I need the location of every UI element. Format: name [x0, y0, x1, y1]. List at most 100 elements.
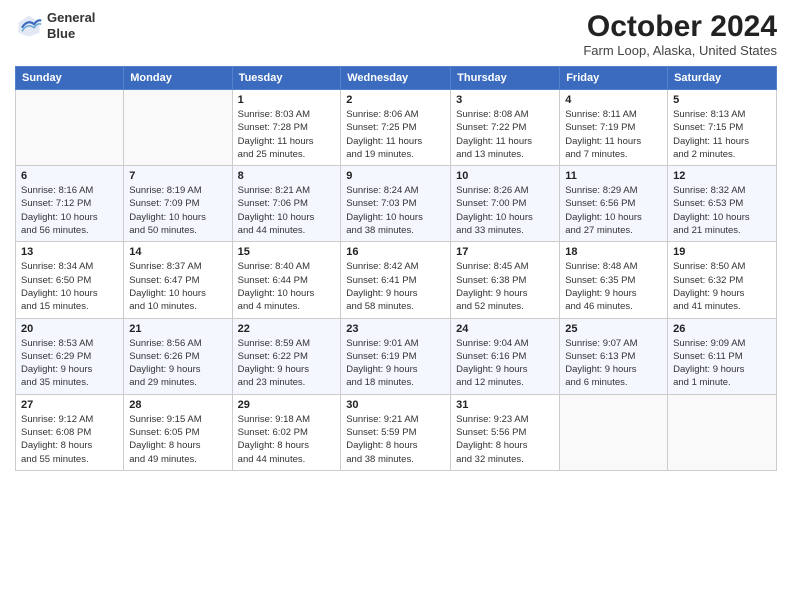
- logo-line1: General: [47, 10, 95, 26]
- day-number: 31: [456, 399, 554, 411]
- day-number: 12: [673, 170, 771, 182]
- day-info: Sunrise: 9:01 AM Sunset: 6:19 PM Dayligh…: [346, 337, 445, 390]
- day-number: 28: [129, 399, 226, 411]
- day-info: Sunrise: 9:18 AM Sunset: 6:02 PM Dayligh…: [238, 413, 336, 466]
- day-number: 24: [456, 323, 554, 335]
- calendar-cell: 20 Sunrise: 8:53 AM Sunset: 6:29 PM Dayli…: [16, 318, 124, 394]
- day-info: Sunrise: 8:19 AM Sunset: 7:09 PM Dayligh…: [129, 184, 226, 237]
- day-number: 9: [346, 170, 445, 182]
- header-wednesday: Wednesday: [341, 67, 451, 90]
- day-info: Sunrise: 9:12 AM Sunset: 6:08 PM Dayligh…: [21, 413, 118, 466]
- calendar-cell: 30 Sunrise: 9:21 AM Sunset: 5:59 PM Dayli…: [341, 394, 451, 470]
- day-number: 26: [673, 323, 771, 335]
- day-number: 8: [238, 170, 336, 182]
- day-number: 17: [456, 246, 554, 258]
- day-number: 18: [565, 246, 662, 258]
- day-number: 7: [129, 170, 226, 182]
- calendar-cell: 15Sunrise: 8:40 AM Sunset: 6:44 PM Dayli…: [232, 242, 341, 318]
- day-number: 16: [346, 246, 445, 258]
- day-number: 11: [565, 170, 662, 182]
- calendar-cell: 26Sunrise: 9:09 AM Sunset: 6:11 PM Dayli…: [668, 318, 777, 394]
- calendar-cell: 8 Sunrise: 8:21 AM Sunset: 7:06 PM Daylig…: [232, 166, 341, 242]
- header-saturday: Saturday: [668, 67, 777, 90]
- header-friday: Friday: [560, 67, 668, 90]
- calendar-cell: 11 Sunrise: 8:29 AM Sunset: 6:56 PM Dayli…: [560, 166, 668, 242]
- day-info: Sunrise: 9:07 AM Sunset: 6:13 PM Dayligh…: [565, 337, 662, 390]
- day-info: Sunrise: 8:24 AM Sunset: 7:03 PM Dayligh…: [346, 184, 445, 237]
- calendar-cell: 24 Sunrise: 9:04 AM Sunset: 6:16 PM Dayli…: [451, 318, 560, 394]
- day-info: Sunrise: 8:32 AM Sunset: 6:53 PM Dayligh…: [673, 184, 771, 237]
- day-info: Sunrise: 8:50 AM Sunset: 6:32 PM Dayligh…: [673, 260, 771, 313]
- day-number: 30: [346, 399, 445, 411]
- day-info: Sunrise: 8:06 AM Sunset: 7:25 PM Dayligh…: [346, 108, 445, 161]
- day-number: 2: [346, 94, 445, 106]
- calendar-cell: 25Sunrise: 9:07 AM Sunset: 6:13 PM Dayli…: [560, 318, 668, 394]
- day-number: 1: [238, 94, 336, 106]
- day-info: Sunrise: 8:11 AM Sunset: 7:19 PM Dayligh…: [565, 108, 662, 161]
- day-info: Sunrise: 8:48 AM Sunset: 6:35 PM Dayligh…: [565, 260, 662, 313]
- day-info: Sunrise: 8:21 AM Sunset: 7:06 PM Dayligh…: [238, 184, 336, 237]
- day-info: Sunrise: 9:15 AM Sunset: 6:05 PM Dayligh…: [129, 413, 226, 466]
- header-tuesday: Tuesday: [232, 67, 341, 90]
- calendar-cell: 21 Sunrise: 8:56 AM Sunset: 6:26 PM Dayli…: [124, 318, 232, 394]
- day-number: 20: [21, 323, 118, 335]
- day-info: Sunrise: 8:29 AM Sunset: 6:56 PM Dayligh…: [565, 184, 662, 237]
- calendar-cell: 10Sunrise: 8:26 AM Sunset: 7:00 PM Dayli…: [451, 166, 560, 242]
- day-number: 5: [673, 94, 771, 106]
- calendar-cell: 22 Sunrise: 8:59 AM Sunset: 6:22 PM Dayli…: [232, 318, 341, 394]
- day-number: 6: [21, 170, 118, 182]
- calendar-cell: [668, 394, 777, 470]
- day-number: 21: [129, 323, 226, 335]
- week-row-4: 20 Sunrise: 8:53 AM Sunset: 6:29 PM Dayli…: [16, 318, 777, 394]
- day-number: 29: [238, 399, 336, 411]
- day-number: 10: [456, 170, 554, 182]
- day-info: Sunrise: 8:53 AM Sunset: 6:29 PM Dayligh…: [21, 337, 118, 390]
- day-info: Sunrise: 8:59 AM Sunset: 6:22 PM Dayligh…: [238, 337, 336, 390]
- calendar-cell: 7 Sunrise: 8:19 AM Sunset: 7:09 PM Daylig…: [124, 166, 232, 242]
- day-info: Sunrise: 9:21 AM Sunset: 5:59 PM Dayligh…: [346, 413, 445, 466]
- calendar: SundayMondayTuesdayWednesdayThursdayFrid…: [15, 66, 777, 471]
- calendar-cell: [124, 90, 232, 166]
- day-info: Sunrise: 8:37 AM Sunset: 6:47 PM Dayligh…: [129, 260, 226, 313]
- day-info: Sunrise: 8:34 AM Sunset: 6:50 PM Dayligh…: [21, 260, 118, 313]
- day-info: Sunrise: 8:56 AM Sunset: 6:26 PM Dayligh…: [129, 337, 226, 390]
- calendar-cell: 1 Sunrise: 8:03 AM Sunset: 7:28 PM Daylig…: [232, 90, 341, 166]
- calendar-cell: 12 Sunrise: 8:32 AM Sunset: 6:53 PM Dayli…: [668, 166, 777, 242]
- day-info: Sunrise: 8:13 AM Sunset: 7:15 PM Dayligh…: [673, 108, 771, 161]
- calendar-cell: 13 Sunrise: 8:34 AM Sunset: 6:50 PM Dayli…: [16, 242, 124, 318]
- week-row-2: 6Sunrise: 8:16 AM Sunset: 7:12 PM Daylig…: [16, 166, 777, 242]
- calendar-cell: 23Sunrise: 9:01 AM Sunset: 6:19 PM Dayli…: [341, 318, 451, 394]
- day-number: 15: [238, 246, 336, 258]
- day-number: 27: [21, 399, 118, 411]
- calendar-cell: 6Sunrise: 8:16 AM Sunset: 7:12 PM Daylig…: [16, 166, 124, 242]
- header-thursday: Thursday: [451, 67, 560, 90]
- calendar-header: SundayMondayTuesdayWednesdayThursdayFrid…: [16, 67, 777, 90]
- day-info: Sunrise: 8:03 AM Sunset: 7:28 PM Dayligh…: [238, 108, 336, 161]
- calendar-cell: 4 Sunrise: 8:11 AM Sunset: 7:19 PM Daylig…: [560, 90, 668, 166]
- logo-line2: Blue: [47, 26, 95, 42]
- logo-icon: [15, 12, 43, 40]
- week-row-3: 13 Sunrise: 8:34 AM Sunset: 6:50 PM Dayli…: [16, 242, 777, 318]
- calendar-body: 1 Sunrise: 8:03 AM Sunset: 7:28 PM Daylig…: [16, 90, 777, 471]
- day-number: 22: [238, 323, 336, 335]
- day-info: Sunrise: 9:23 AM Sunset: 5:56 PM Dayligh…: [456, 413, 554, 466]
- day-number: 13: [21, 246, 118, 258]
- week-row-5: 27 Sunrise: 9:12 AM Sunset: 6:08 PM Dayli…: [16, 394, 777, 470]
- day-number: 14: [129, 246, 226, 258]
- day-info: Sunrise: 8:42 AM Sunset: 6:41 PM Dayligh…: [346, 260, 445, 313]
- subtitle: Farm Loop, Alaska, United States: [583, 43, 777, 58]
- header-row: SundayMondayTuesdayWednesdayThursdayFrid…: [16, 67, 777, 90]
- day-info: Sunrise: 8:08 AM Sunset: 7:22 PM Dayligh…: [456, 108, 554, 161]
- calendar-cell: 9 Sunrise: 8:24 AM Sunset: 7:03 PM Daylig…: [341, 166, 451, 242]
- header-sunday: Sunday: [16, 67, 124, 90]
- calendar-cell: [16, 90, 124, 166]
- calendar-cell: 18 Sunrise: 8:48 AM Sunset: 6:35 PM Dayli…: [560, 242, 668, 318]
- page: General Blue October 2024 Farm Loop, Ala…: [0, 0, 792, 612]
- calendar-cell: 16 Sunrise: 8:42 AM Sunset: 6:41 PM Dayli…: [341, 242, 451, 318]
- day-info: Sunrise: 9:04 AM Sunset: 6:16 PM Dayligh…: [456, 337, 554, 390]
- logo-text: General Blue: [47, 10, 95, 41]
- calendar-cell: 27 Sunrise: 9:12 AM Sunset: 6:08 PM Dayli…: [16, 394, 124, 470]
- calendar-cell: 2 Sunrise: 8:06 AM Sunset: 7:25 PM Daylig…: [341, 90, 451, 166]
- day-number: 4: [565, 94, 662, 106]
- calendar-cell: 29 Sunrise: 9:18 AM Sunset: 6:02 PM Dayli…: [232, 394, 341, 470]
